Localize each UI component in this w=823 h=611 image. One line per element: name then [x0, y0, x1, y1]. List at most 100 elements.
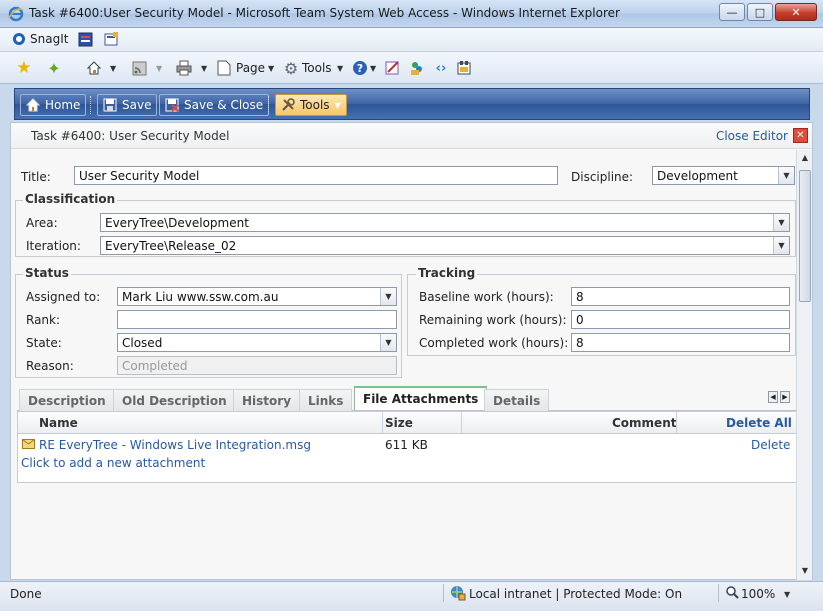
page-menu[interactable]: Page [236, 61, 265, 75]
minimize-button[interactable]: — [719, 3, 745, 21]
rank-field[interactable] [117, 310, 397, 329]
tools-dropdown-icon[interactable]: ▼ [337, 64, 343, 73]
add-attachment-link[interactable]: Click to add a new attachment [21, 456, 205, 470]
tab-description[interactable]: Description [19, 389, 115, 411]
window-title: Task #6400:User Security Model - Microso… [29, 6, 620, 20]
discipline-select[interactable]: Development ▼ [652, 166, 795, 185]
tab-file-attachments[interactable]: File Attachments [354, 386, 488, 410]
state-select[interactable]: Closed ▼ [117, 333, 397, 352]
column-size[interactable]: Size [385, 416, 413, 430]
close-window-button[interactable]: ✕ [775, 3, 817, 21]
chevron-down-icon[interactable]: ▼ [380, 334, 396, 351]
snagit-icon [13, 33, 25, 45]
chevron-down-icon[interactable]: ▼ [773, 214, 789, 231]
column-comment[interactable]: Comment [612, 416, 676, 430]
ie-logo-icon [8, 6, 24, 22]
research-icon[interactable] [384, 59, 402, 77]
status-bar: Done Local intranet | Protected Mode: On… [0, 581, 823, 611]
scroll-down-icon[interactable]: ▼ [800, 566, 810, 575]
security-zone-text[interactable]: Local intranet | Protected Mode: On [469, 587, 682, 601]
assigned-to-select[interactable]: Mark Liu www.ssw.com.au ▼ [117, 287, 397, 306]
tools-wrench-icon [282, 98, 295, 111]
tab-scroll-right-icon[interactable]: ▶ [780, 391, 790, 403]
zoom-level[interactable]: 100% [741, 587, 775, 601]
task-title: Task #6400: User Security Model [31, 129, 230, 143]
snagit-capture-icon[interactable] [78, 32, 93, 47]
remaining-work-field[interactable]: 0 [571, 310, 790, 329]
tools-gear-icon[interactable]: ⚙ [282, 59, 300, 78]
chevron-down-icon[interactable]: ▼ [778, 167, 794, 184]
scroll-up-icon[interactable]: ▲ [800, 153, 810, 162]
favorites-star-icon[interactable]: ★ [15, 58, 33, 78]
home-label: Home [45, 98, 81, 112]
maximize-button[interactable]: □ [747, 3, 773, 21]
chevron-down-icon[interactable]: ▼ [773, 237, 789, 254]
window-titlebar: Task #6400:User Security Model - Microso… [0, 0, 823, 28]
print-icon[interactable] [175, 59, 193, 77]
intranet-zone-icon [451, 586, 466, 601]
save-button[interactable]: Save [97, 94, 158, 116]
addon-icon[interactable] [455, 59, 473, 77]
completed-work-field[interactable]: 8 [571, 333, 790, 352]
help-dropdown-icon[interactable]: ▼ [370, 64, 376, 73]
table-row: RE EveryTree - Windows Live Integration.… [18, 435, 797, 455]
status-text: Done [10, 587, 42, 601]
reason-label: Reason: [26, 359, 74, 373]
home-dropdown-icon[interactable]: ▼ [110, 64, 116, 73]
status-divider [443, 584, 444, 602]
close-editor-icon[interactable]: ✕ [793, 128, 808, 143]
completed-work-label: Completed work (hours): [419, 336, 569, 350]
column-divider [461, 412, 462, 434]
title-field[interactable]: User Security Model [74, 166, 558, 185]
attachments-header: Name Size Comment Delete All [18, 412, 797, 434]
area-select[interactable]: EveryTree\Development ▼ [100, 213, 790, 232]
tools-menu[interactable]: Tools [302, 61, 332, 75]
tab-details[interactable]: Details [484, 389, 550, 411]
status-divider [718, 584, 719, 602]
feeds-dropdown-icon[interactable]: ▼ [156, 64, 162, 73]
svg-text:?: ? [357, 62, 363, 75]
iteration-select[interactable]: EveryTree\Release_02 ▼ [100, 236, 790, 255]
chevron-down-icon[interactable]: ▼ [380, 288, 396, 305]
delete-all-link[interactable]: Delete All [726, 416, 792, 430]
attachments-grid: Name Size Comment Delete All RE EveryTre… [17, 411, 798, 483]
remaining-work-label: Remaining work (hours): [419, 313, 567, 327]
page-dropdown-icon[interactable]: ▼ [268, 64, 274, 73]
zoom-dropdown-icon[interactable]: ▼ [784, 590, 790, 599]
print-dropdown-icon[interactable]: ▼ [201, 64, 207, 73]
home-icon [26, 98, 40, 112]
code-view-icon[interactable]: ‹› [432, 59, 450, 77]
tab-history[interactable]: History [233, 389, 301, 411]
attachment-name-link[interactable]: RE EveryTree - Windows Live Integration.… [39, 438, 311, 452]
column-name[interactable]: Name [39, 416, 78, 430]
messenger-icon[interactable] [408, 59, 426, 77]
delete-attachment-link[interactable]: Delete [751, 438, 790, 452]
snagit-button[interactable]: SnagIt [12, 32, 68, 46]
baseline-work-field[interactable]: 8 [571, 287, 790, 306]
help-icon[interactable]: ? [351, 59, 369, 77]
title-label: Title: [21, 170, 51, 184]
email-message-icon [22, 439, 35, 449]
save-close-button[interactable]: Save & Close [159, 94, 270, 116]
zoom-icon [726, 586, 739, 599]
details-tabs: Description Old Description History Link… [17, 386, 797, 411]
discipline-value: Development [657, 169, 738, 183]
toolbar-separator [268, 96, 270, 114]
feeds-icon[interactable] [130, 59, 148, 77]
column-divider [382, 412, 383, 434]
close-editor-link[interactable]: Close Editor [716, 129, 788, 143]
add-favorites-icon[interactable]: ✦ [45, 59, 63, 78]
reason-field: Completed [117, 356, 397, 375]
tab-links[interactable]: Links [299, 389, 353, 411]
snagit-editor-icon[interactable] [104, 32, 119, 47]
scrollbar-thumb[interactable] [799, 170, 811, 302]
editor-scrollbar[interactable]: ▲ ▼ [796, 150, 812, 580]
page-icon[interactable] [215, 59, 233, 77]
home-icon[interactable] [85, 59, 103, 77]
tools-button[interactable]: Tools ▼ [275, 94, 347, 116]
tab-old-description[interactable]: Old Description [113, 389, 236, 411]
tab-scroll-left-icon[interactable]: ◀ [768, 391, 778, 403]
home-button[interactable]: Home [20, 94, 87, 116]
web-access-toolbar: Home Save Save & Close Tools ▼ [14, 88, 810, 120]
status-heading: Status [23, 266, 71, 280]
